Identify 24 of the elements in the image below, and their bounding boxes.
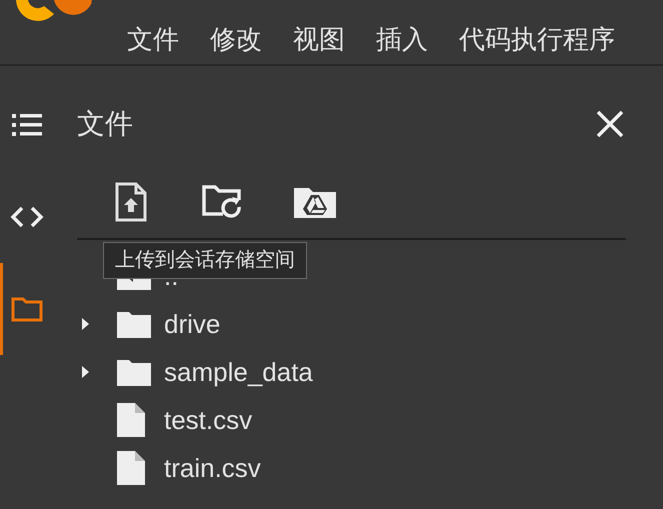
file-icon [117, 403, 145, 437]
folder-icon [10, 296, 42, 322]
caret-icon[interactable] [80, 317, 90, 331]
folder-icon [117, 358, 151, 386]
file-name[interactable]: test.csv [164, 400, 252, 440]
file-icon [117, 451, 145, 485]
panel-title: 文件 [77, 107, 133, 141]
menu-item[interactable]: 文件 [127, 20, 179, 64]
upload-file-icon [115, 182, 147, 222]
menu-item[interactable]: 代码执行程序 [459, 20, 615, 64]
folder-icon [117, 310, 151, 338]
menu-item[interactable]: 修改 [210, 20, 262, 64]
file-name[interactable]: drive [164, 304, 220, 344]
code-icon [10, 206, 44, 228]
close-button[interactable] [594, 108, 626, 140]
caret-icon[interactable] [80, 365, 90, 379]
drive-folder-icon [294, 186, 336, 218]
tooltip: 上传到会话存储空间 [103, 242, 307, 279]
file-name[interactable]: sample_data [164, 352, 313, 392]
logo-icon [14, 0, 94, 22]
menu-item[interactable]: 视图 [293, 20, 345, 64]
file-name[interactable]: train.csv [164, 448, 261, 488]
menu-item[interactable]: 插入 [376, 20, 428, 64]
list-icon [12, 113, 42, 137]
